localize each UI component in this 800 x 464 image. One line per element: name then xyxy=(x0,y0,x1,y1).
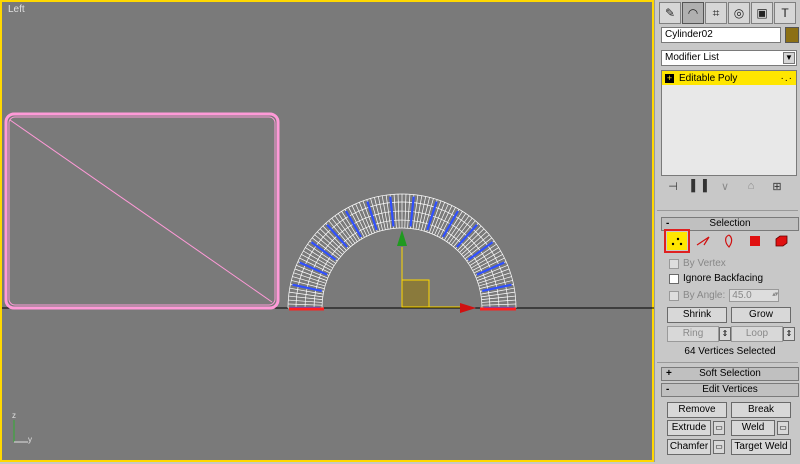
sub-object-levels xyxy=(664,229,791,253)
hierarchy-icon[interactable]: ⌗ xyxy=(705,2,727,24)
divider xyxy=(657,362,798,363)
pin-stack-icon[interactable]: ⊣ xyxy=(665,180,681,194)
vertex-mode-icon: ·.· xyxy=(780,72,793,84)
chamfer-settings-icon[interactable]: ▭ xyxy=(713,440,725,454)
ring-button[interactable]: Ring xyxy=(667,326,719,342)
configure-sets-icon[interactable]: ⊞ xyxy=(769,180,785,194)
chamfer-button[interactable]: Chamfer xyxy=(667,439,711,455)
modifier-stack[interactable]: + Editable Poly ·.· xyxy=(661,70,797,176)
gizmo-y-arrow xyxy=(397,230,407,246)
stack-tools: ⊣ ▌▐ ∨ ⌂ ⊞ xyxy=(665,180,785,194)
grow-button[interactable]: Grow xyxy=(731,307,791,323)
by-angle-label: By Angle: xyxy=(683,290,726,301)
edge-icon[interactable] xyxy=(693,232,713,250)
ignore-backfacing-label: Ignore Backfacing xyxy=(683,273,764,284)
border-icon[interactable] xyxy=(719,232,739,250)
ignore-backfacing-checkbox[interactable]: Ignore Backfacing xyxy=(669,273,763,284)
extrude-button[interactable]: Extrude xyxy=(667,420,711,436)
panel-tabs: ✎ ◠ ⌗ ◎ ▣ T xyxy=(659,2,796,24)
box-object xyxy=(4,112,280,310)
rollout-soft-selection[interactable]: + Soft Selection xyxy=(661,367,799,381)
modifier-list-label: Modifier List xyxy=(665,52,719,63)
vertex-icon[interactable] xyxy=(664,229,690,253)
extrude-settings-icon[interactable]: ▭ xyxy=(713,421,725,435)
chevron-down-icon[interactable]: ▼ xyxy=(783,52,795,64)
shrink-button[interactable]: Shrink xyxy=(667,307,727,323)
rollout-edit-vertices-title: Edit Vertices xyxy=(702,384,758,395)
weld-button[interactable]: Weld xyxy=(731,420,775,436)
gizmo-x-arrow xyxy=(460,303,476,313)
utilities-icon[interactable]: T xyxy=(774,2,796,24)
pivot-box xyxy=(401,279,430,308)
checkbox-box[interactable] xyxy=(669,273,679,284)
weld-settings-icon[interactable]: ▭ xyxy=(777,421,789,435)
rollout-selection[interactable]: - Selection xyxy=(661,217,799,231)
object-color-swatch[interactable] xyxy=(785,27,799,43)
checkbox-box[interactable] xyxy=(669,290,679,301)
remove-modifier-icon[interactable]: ⌂ xyxy=(743,180,759,194)
motion-icon[interactable]: ◎ xyxy=(728,2,750,24)
rollout-edit-vertices[interactable]: - Edit Vertices xyxy=(661,383,799,397)
svg-text:y: y xyxy=(28,435,32,444)
expand-icon[interactable]: + xyxy=(665,73,674,83)
svg-text:z: z xyxy=(12,411,16,420)
modify-icon[interactable]: ◠ xyxy=(682,2,704,24)
target-weld-button[interactable]: Target Weld xyxy=(731,439,791,455)
show-end-result-icon[interactable]: ▌▐ xyxy=(691,180,707,194)
by-vertex-checkbox[interactable]: By Vertex xyxy=(669,258,726,269)
selection-status: 64 Vertices Selected xyxy=(684,346,776,357)
collapse-icon: - xyxy=(666,384,670,395)
loop-spinner[interactable]: ⇕ xyxy=(783,327,795,341)
loop-button[interactable]: Loop xyxy=(731,326,783,342)
collapse-icon: - xyxy=(666,218,670,229)
break-button[interactable]: Break xyxy=(731,402,791,418)
command-panel: ✎ ◠ ⌗ ◎ ▣ T Cylinder02 Modifier List ▼ +… xyxy=(654,0,800,462)
expand-icon: + xyxy=(666,368,672,379)
viewport-left[interactable]: Left z y xyxy=(0,0,654,462)
ring-spinner[interactable]: ⇕ xyxy=(719,327,731,341)
angle-spinner[interactable]: 45.0 xyxy=(729,289,780,302)
by-vertex-label: By Vertex xyxy=(683,258,726,269)
viewport-scene: z y xyxy=(2,112,654,444)
rollout-selection-title: Selection xyxy=(709,218,751,229)
modifier-list-dropdown[interactable]: Modifier List ▼ xyxy=(661,50,797,66)
remove-button[interactable]: Remove xyxy=(667,402,727,418)
rollout-soft-selection-title: Soft Selection xyxy=(699,368,761,379)
stack-item-label: Editable Poly xyxy=(679,72,738,84)
element-icon[interactable] xyxy=(771,232,791,250)
axis-tripod: z y xyxy=(12,411,32,444)
checkbox-box[interactable] xyxy=(669,258,679,269)
by-angle-checkbox[interactable]: By Angle: 45.0 xyxy=(669,289,780,302)
divider xyxy=(657,210,798,211)
display-icon[interactable]: ▣ xyxy=(751,2,773,24)
polygon-icon[interactable] xyxy=(745,232,765,250)
object-name-field[interactable]: Cylinder02 xyxy=(661,27,781,43)
stack-item-editable-poly[interactable]: + Editable Poly ·.· xyxy=(662,71,796,85)
make-unique-icon[interactable]: ∨ xyxy=(717,180,733,194)
create-icon[interactable]: ✎ xyxy=(659,2,681,24)
